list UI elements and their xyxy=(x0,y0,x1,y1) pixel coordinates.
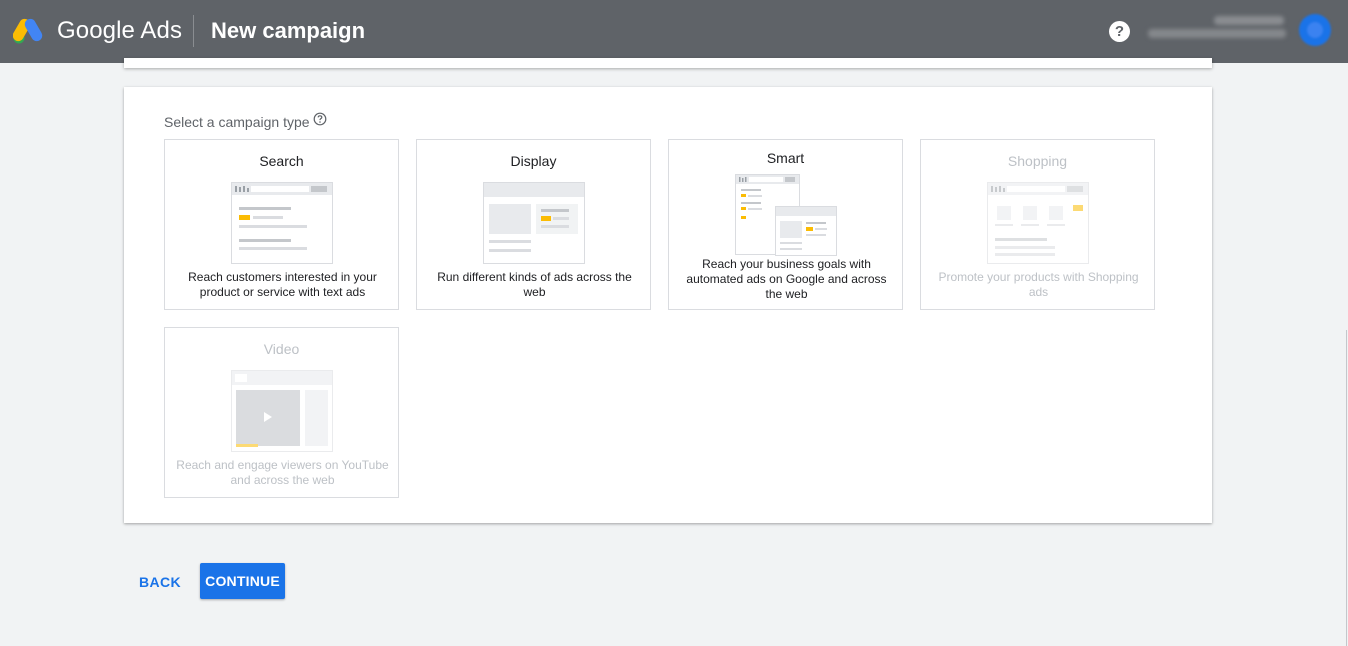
campaign-type-panel: Select a campaign type Search Reach cust… xyxy=(124,87,1212,523)
previous-section-sheet xyxy=(124,58,1212,68)
google-ads-logo-icon xyxy=(13,18,43,44)
card-title: Smart xyxy=(766,150,805,166)
avatar[interactable] xyxy=(1299,14,1331,46)
question-circle-icon[interactable] xyxy=(313,112,327,126)
product-name: Google Ads xyxy=(57,17,183,44)
card-description: Reach and engage viewers on YouTube and … xyxy=(176,458,389,487)
avatar-initial xyxy=(1307,22,1323,38)
search-ad-illustration-icon xyxy=(231,182,333,264)
account-name-blurred xyxy=(1214,16,1284,25)
window-edge-divider xyxy=(1346,330,1347,646)
shopping-ad-illustration-icon xyxy=(987,182,1089,264)
top-app-bar: Google Ads New campaign ? xyxy=(0,0,1348,63)
campaign-type-shopping: Shopping Promote your products with Shop… xyxy=(920,139,1155,310)
campaign-type-search[interactable]: Search Reach customers interested in you… xyxy=(164,139,399,310)
back-button[interactable]: BACK xyxy=(128,564,192,600)
help-icon[interactable]: ? xyxy=(1109,21,1130,42)
account-info[interactable] xyxy=(1145,14,1290,48)
card-description: Reach customers interested in your produ… xyxy=(188,270,377,299)
card-title: Video xyxy=(263,341,300,357)
card-description: Run different kinds of ads across the we… xyxy=(437,270,632,299)
account-email-blurred xyxy=(1148,29,1286,38)
section-label: Select a campaign type xyxy=(164,114,310,130)
continue-button[interactable]: CONTINUE xyxy=(200,563,285,599)
card-title: Shopping xyxy=(1007,153,1068,169)
campaign-type-video: Video Reach and engage viewers on YouTub… xyxy=(164,327,399,498)
card-description: Promote your products with Shopping ads xyxy=(938,270,1139,299)
card-description: Reach your business goals with automated… xyxy=(686,257,887,301)
page-title: New campaign xyxy=(211,18,366,43)
video-ad-illustration-icon xyxy=(231,370,333,452)
header-divider xyxy=(193,15,194,47)
card-title: Display xyxy=(510,153,557,169)
smart-campaign-illustration-icon xyxy=(735,174,837,256)
campaign-type-display[interactable]: Display Run different kinds of ads acros… xyxy=(416,139,651,310)
campaign-type-smart[interactable]: Smart Reach your business goals with aut… xyxy=(668,139,903,310)
display-ad-illustration-icon xyxy=(483,182,585,264)
card-title: Search xyxy=(259,153,304,169)
